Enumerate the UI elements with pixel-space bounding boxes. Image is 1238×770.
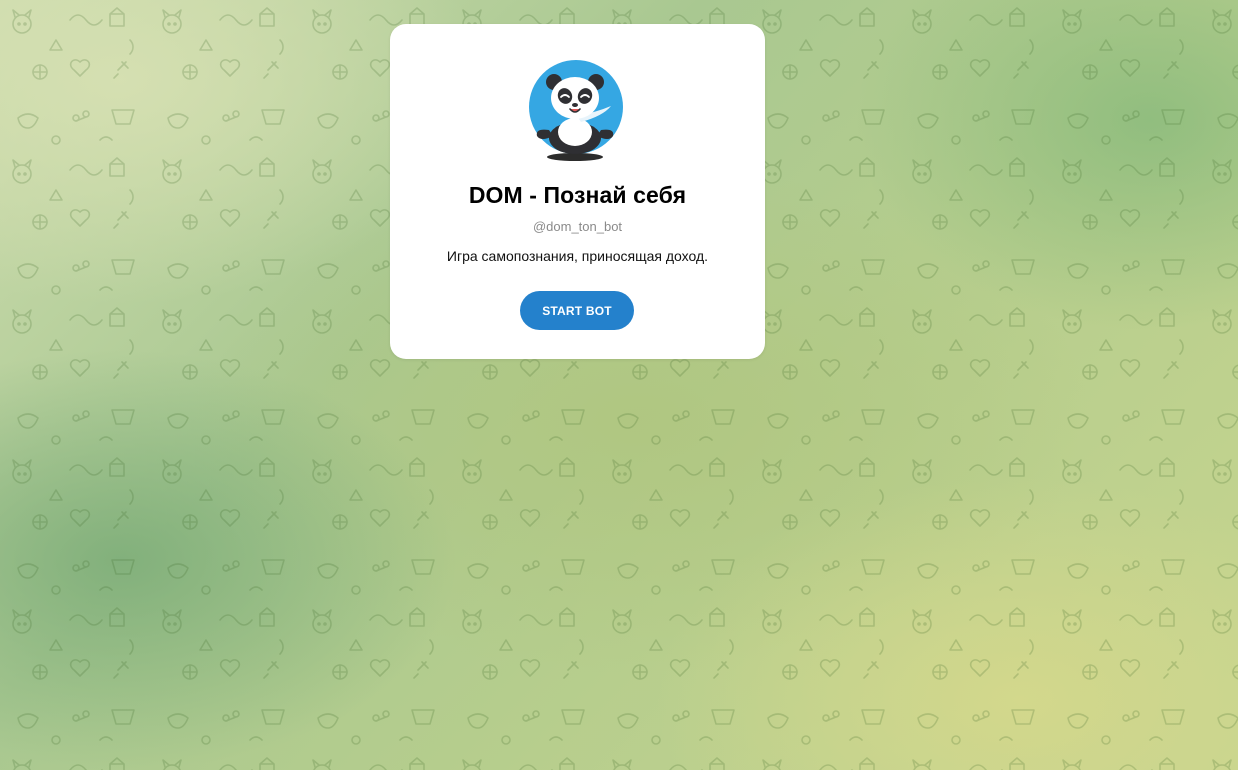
panda-avatar-icon [529,60,623,161]
bot-description: Игра самопознания, приносящая доход. [446,248,709,264]
bot-name: DOM - Познай себя [468,182,687,208]
bot-info-card: DOM - Познай себя @dom_ton_bot Игра само… [390,24,765,359]
bot-username: @dom_ton_bot [532,219,623,234]
start-bot-button[interactable]: START BOT [520,291,634,330]
